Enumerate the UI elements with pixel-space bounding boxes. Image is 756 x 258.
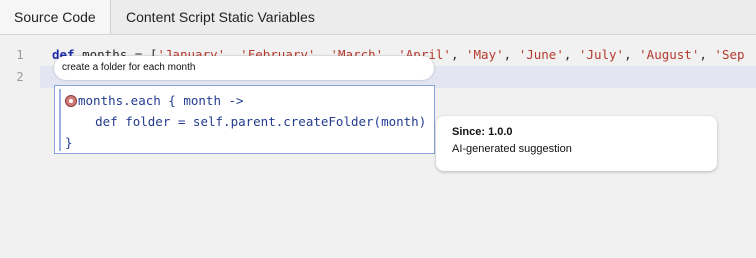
string-literal: 'Sep — [714, 47, 745, 62]
tooltip-since: Since: 1.0.0 — [452, 126, 513, 138]
line-number-gutter: 1 2 — [0, 44, 40, 88]
separator: , — [563, 47, 579, 62]
separator: , — [503, 47, 519, 62]
suggestion-line: months.each { month -> — [78, 93, 244, 108]
tab-content-script-static-variables[interactable]: Content Script Static Variables — [112, 0, 329, 34]
separator: , — [624, 47, 640, 62]
tab-source-code[interactable]: Source Code — [0, 0, 111, 34]
suggestion-tooltip: Since: 1.0.0 AI-generated suggestion — [436, 116, 717, 171]
line-number: 2 — [16, 70, 24, 84]
suggestion-line: def folder = self.parent.createFolder(mo… — [65, 114, 427, 129]
separator: , — [699, 47, 715, 62]
suggestion-code: months.each { month -> def folder = self… — [65, 90, 426, 153]
string-literal: 'June' — [518, 47, 564, 62]
string-literal: 'May' — [466, 47, 504, 62]
separator: , — [450, 47, 466, 62]
tab-bar: Source Code Content Script Static Variab… — [0, 0, 756, 35]
ai-suggestion-icon — [65, 95, 77, 107]
line-number: 1 — [16, 48, 24, 62]
suggestion-line: } — [65, 135, 73, 150]
string-literal: 'July' — [578, 47, 625, 62]
suggestion-indicator-bar — [59, 89, 61, 151]
ai-suggestion-box[interactable]: months.each { month -> def folder = self… — [54, 85, 435, 154]
ai-prompt-input[interactable]: create a folder for each month — [54, 56, 434, 80]
string-literal: 'August' — [639, 47, 700, 62]
tooltip-description: AI-generated suggestion — [452, 143, 572, 155]
